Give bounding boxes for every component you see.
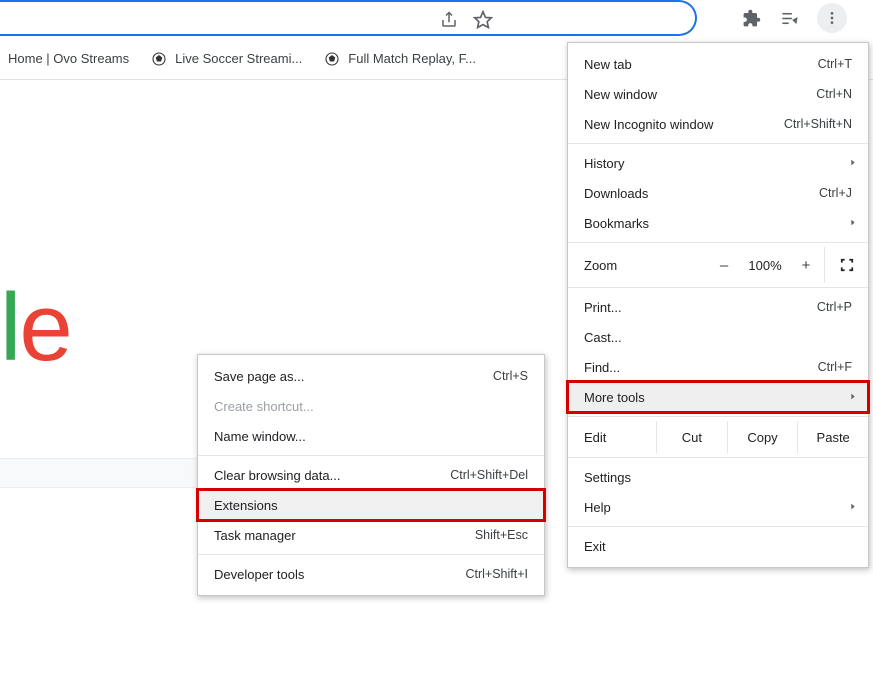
search-bar-fragment bbox=[0, 458, 197, 488]
bookmark-live-soccer[interactable]: Live Soccer Streami... bbox=[149, 49, 302, 69]
menu-new-window[interactable]: New window Ctrl+N bbox=[568, 79, 868, 109]
menu-history[interactable]: History bbox=[568, 148, 868, 178]
more-tools-submenu: Save page as... Ctrl+S Create shortcut..… bbox=[197, 354, 545, 596]
menu-zoom-row: Zoom – 100% + bbox=[568, 247, 868, 283]
submenu-create-shortcut: Create shortcut... bbox=[198, 391, 544, 421]
menu-new-tab[interactable]: New tab Ctrl+T bbox=[568, 49, 868, 79]
bookmark-star-icon[interactable] bbox=[473, 10, 493, 30]
bookmark-full-match[interactable]: Full Match Replay, F... bbox=[322, 49, 476, 69]
submenu-clear-data[interactable]: Clear browsing data... Ctrl+Shift+Del bbox=[198, 460, 544, 490]
reading-list-icon[interactable] bbox=[779, 8, 799, 28]
menu-more-tools[interactable]: More tools bbox=[568, 382, 868, 412]
extensions-puzzle-icon[interactable] bbox=[741, 8, 761, 28]
submenu-developer-tools[interactable]: Developer tools Ctrl+Shift+I bbox=[198, 559, 544, 589]
kebab-menu-button[interactable] bbox=[817, 3, 847, 33]
bookmark-ovo[interactable]: Home | Ovo Streams bbox=[8, 51, 129, 66]
submenu-arrow-icon bbox=[848, 156, 858, 171]
zoom-label: Zoom bbox=[568, 258, 706, 273]
bookmark-label: Home | Ovo Streams bbox=[8, 51, 129, 66]
edit-copy-button[interactable]: Copy bbox=[727, 421, 798, 453]
edit-label: Edit bbox=[568, 421, 656, 453]
share-icon[interactable] bbox=[439, 10, 459, 30]
bookmark-label: Full Match Replay, F... bbox=[348, 51, 476, 66]
menu-cast[interactable]: Cast... bbox=[568, 322, 868, 352]
menu-settings[interactable]: Settings bbox=[568, 462, 868, 492]
menu-help[interactable]: Help bbox=[568, 492, 868, 522]
menu-exit[interactable]: Exit bbox=[568, 531, 868, 561]
zoom-in-button[interactable]: + bbox=[788, 257, 824, 274]
submenu-arrow-icon bbox=[848, 500, 858, 515]
soccer-icon bbox=[149, 49, 169, 69]
edit-cut-button[interactable]: Cut bbox=[656, 421, 727, 453]
menu-downloads[interactable]: Downloads Ctrl+J bbox=[568, 178, 868, 208]
fullscreen-button[interactable] bbox=[824, 247, 868, 283]
zoom-value: 100% bbox=[742, 258, 788, 273]
bookmark-label: Live Soccer Streami... bbox=[175, 51, 302, 66]
chrome-main-menu: New tab Ctrl+T New window Ctrl+N New Inc… bbox=[567, 42, 869, 568]
omnibox[interactable] bbox=[0, 0, 697, 36]
menu-new-incognito[interactable]: New Incognito window Ctrl+Shift+N bbox=[568, 109, 868, 139]
google-logo-fragment: g le bbox=[0, 280, 71, 376]
submenu-name-window[interactable]: Name window... bbox=[198, 421, 544, 451]
submenu-arrow-icon bbox=[848, 390, 858, 405]
menu-bookmarks[interactable]: Bookmarks bbox=[568, 208, 868, 238]
menu-edit-row: Edit Cut Copy Paste bbox=[568, 421, 868, 453]
submenu-save-page[interactable]: Save page as... Ctrl+S bbox=[198, 361, 544, 391]
menu-print[interactable]: Print... Ctrl+P bbox=[568, 292, 868, 322]
submenu-extensions[interactable]: Extensions bbox=[198, 490, 544, 520]
zoom-out-button[interactable]: – bbox=[706, 257, 742, 274]
address-bar-row bbox=[0, 0, 873, 38]
submenu-task-manager[interactable]: Task manager Shift+Esc bbox=[198, 520, 544, 550]
soccer-icon bbox=[322, 49, 342, 69]
submenu-arrow-icon bbox=[848, 216, 858, 231]
menu-find[interactable]: Find... Ctrl+F bbox=[568, 352, 868, 382]
edit-paste-button[interactable]: Paste bbox=[797, 421, 868, 453]
